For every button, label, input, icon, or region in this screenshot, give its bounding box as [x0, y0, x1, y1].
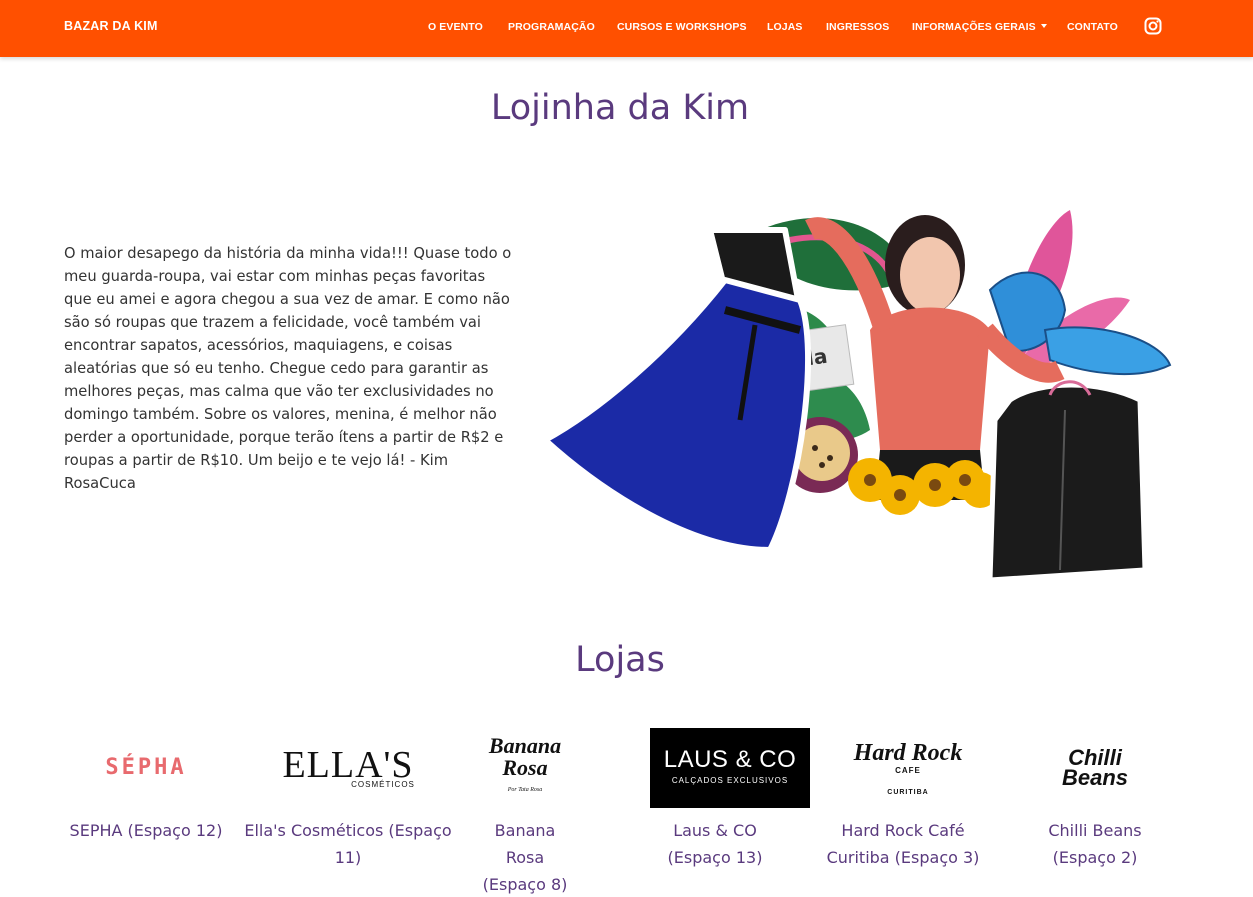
laus-co-logo: LAUS & CO CALÇADOS EXCLUSIVOS	[650, 725, 830, 810]
caret-down-icon	[1040, 24, 1047, 28]
store-name-sepha[interactable]: SEPHA (Espaço 12)	[56, 817, 236, 844]
page-title: Lojinha da Kim	[490, 88, 750, 128]
sepha-logo-text: SÉPHA	[105, 755, 187, 780]
laus-co-logo-text: LAUS & CO	[663, 745, 797, 773]
store-name-chilli-beans[interactable]: Chilli Beans (Espaço 2)	[1005, 817, 1185, 871]
instagram-icon[interactable]	[1144, 17, 1162, 35]
nav-item-lojas[interactable]: LOJAS	[767, 21, 803, 33]
laus-co-logo-subtext: CALÇADOS EXCLUSIVOS	[671, 775, 789, 785]
nav-item-contato[interactable]: CONTATO	[1067, 21, 1118, 33]
nav-item-informacoes-gerais[interactable]: INFORMAÇÕES GERAIS	[912, 21, 1047, 33]
ellas-logo: ELLA'S COSMÉTICOS	[258, 725, 438, 810]
ellas-logo-text: ELLA'S	[282, 744, 414, 786]
banana-rosa-logo-text: Banana Rosa	[488, 732, 562, 780]
store-name-banana-rosa[interactable]: Banana Rosa (Espaço 8)	[430, 817, 620, 897]
hard-rock-logo-mid: CAFE	[895, 765, 921, 775]
brand-link[interactable]: BAZAR DA KIM	[64, 19, 158, 33]
store-name-laus-co[interactable]: Laus & CO (Espaço 13)	[630, 817, 800, 871]
hard-rock-logo-subtext: CURITIBA	[887, 788, 929, 796]
nav-item-cursos-workshops[interactable]: CURSOS E WORKSHOPS	[617, 21, 747, 33]
hard-rock-logo-text: Hard Rock	[853, 739, 963, 766]
chilli-beans-logo-text2: Beans	[1061, 764, 1129, 790]
nav-item-informacoes-gerais-label: INFORMAÇÕES GERAIS	[912, 21, 1036, 33]
nav-item-o-evento[interactable]: O EVENTO	[428, 21, 483, 33]
top-navbar: BAZAR DA KIM O EVENTO PROGRAMAÇÃO CURSOS…	[0, 0, 1253, 57]
banana-rosa-logo-subtext: Por Tata Rosa	[507, 786, 543, 793]
nav-item-programacao[interactable]: PROGRAMAÇÃO	[508, 21, 595, 33]
nav-item-ingressos[interactable]: INGRESSOS	[826, 21, 889, 33]
sepha-logo: SÉPHA	[56, 725, 236, 810]
chilli-beans-logo: Chilli Beans	[1005, 725, 1185, 810]
store-name-hard-rock[interactable]: Hard Rock Café Curitiba (Espaço 3)	[813, 817, 993, 871]
ellas-logo-subtext: COSMÉTICOS	[351, 780, 415, 789]
kim-collage-image: Toda	[542, 210, 1172, 583]
banana-rosa-logo: Banana Rosa Por Tata Rosa	[435, 725, 615, 810]
store-name-ellas[interactable]: Ella's Cosméticos (Espaço 11)	[238, 817, 458, 871]
intro-paragraph: O maior desapego da história da minha vi…	[64, 245, 512, 492]
hard-rock-logo: Hard Rock CAFE CURITIBA	[818, 725, 998, 810]
stores-section-title: Lojas	[575, 640, 665, 680]
